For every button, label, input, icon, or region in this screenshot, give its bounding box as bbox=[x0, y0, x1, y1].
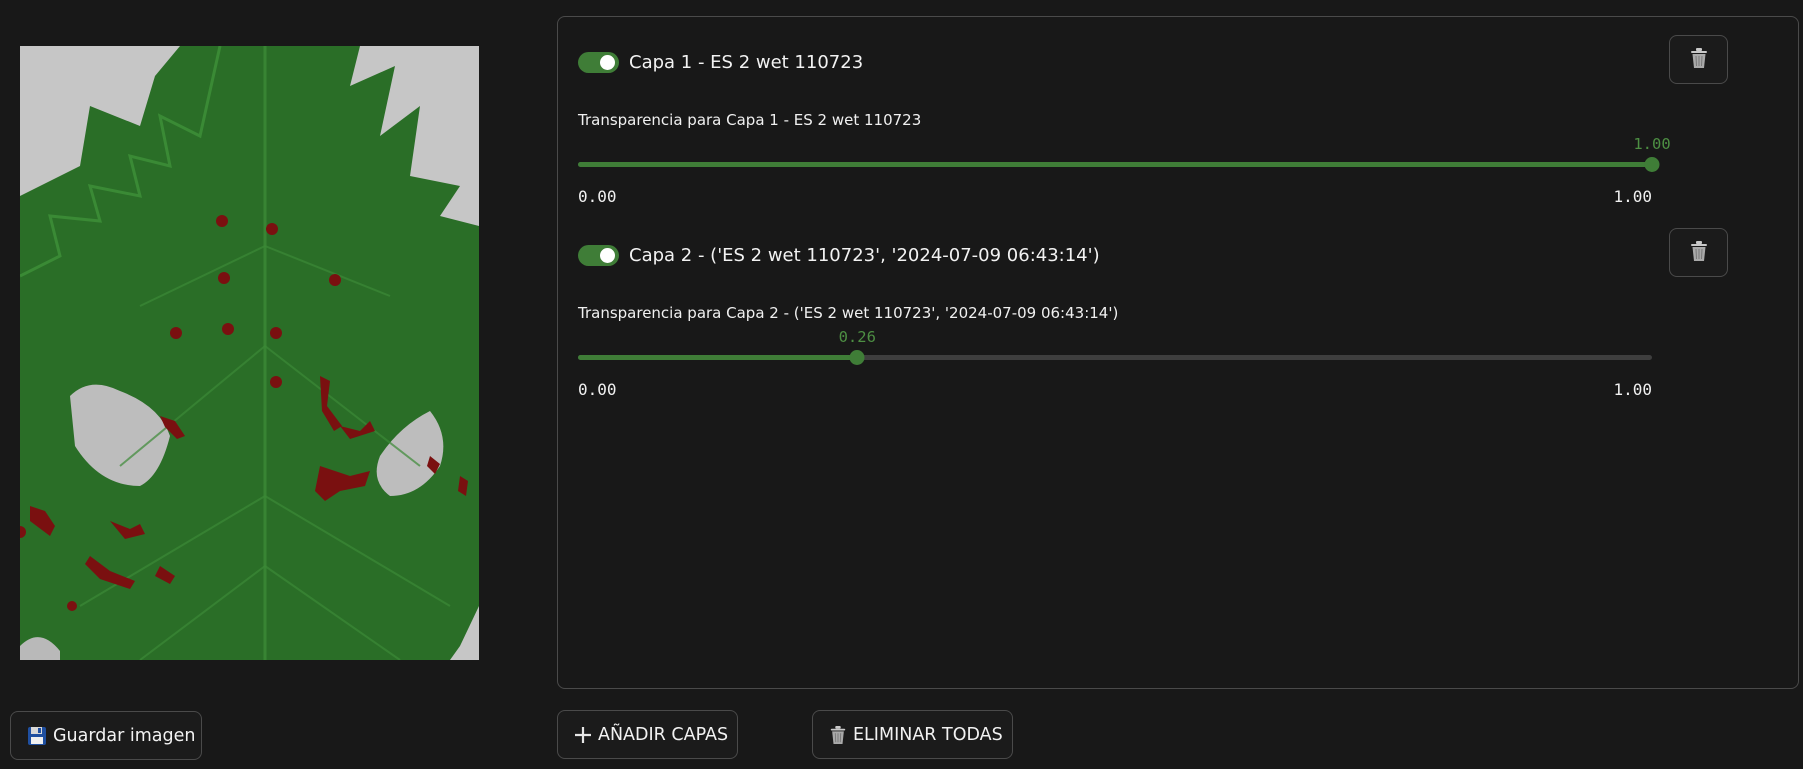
slider-max-label: 1.00 bbox=[1613, 380, 1652, 399]
slider-thumb[interactable] bbox=[849, 350, 865, 365]
save-image-button[interactable]: Guardar imagen bbox=[10, 711, 202, 760]
opacity-slider[interactable]: 0.26 0.00 1.00 bbox=[578, 328, 1652, 418]
slider-min-label: 0.00 bbox=[578, 187, 617, 206]
leaf-image bbox=[20, 46, 479, 660]
slider-min-label: 0.00 bbox=[578, 380, 617, 399]
layers-panel: Capa 1 - ES 2 wet 110723 Transparencia p… bbox=[557, 16, 1799, 689]
delete-all-layers-button[interactable]: ELIMINAR TODAS bbox=[812, 710, 1013, 759]
layer-visibility-toggle[interactable] bbox=[578, 51, 619, 73]
app-stage: Guardar imagen Capa 1 - ES 2 wet 110723 bbox=[0, 0, 1803, 769]
slider-max-label: 1.00 bbox=[1613, 187, 1652, 206]
slider-track[interactable] bbox=[578, 350, 1652, 365]
trash-icon bbox=[829, 725, 847, 745]
add-layers-button[interactable]: AÑADIR CAPAS bbox=[557, 710, 738, 759]
leaf-overlay-graphic bbox=[20, 46, 479, 660]
layer-name: Capa 1 - ES 2 wet 110723 bbox=[629, 51, 864, 73]
save-image-label: Guardar imagen bbox=[53, 725, 196, 746]
layer-header: Capa 1 - ES 2 wet 110723 bbox=[578, 50, 863, 74]
layer-header: Capa 2 - ('ES 2 wet 110723', '2024-07-09… bbox=[578, 243, 1100, 267]
opacity-slider[interactable]: 1.00 0.00 1.00 bbox=[578, 135, 1671, 225]
opacity-label: Transparencia para Capa 2 - ('ES 2 wet 1… bbox=[578, 304, 1119, 322]
slider-fill bbox=[578, 355, 858, 360]
add-layers-label: AÑADIR CAPAS bbox=[598, 724, 729, 745]
layer-name: Capa 2 - ('ES 2 wet 110723', '2024-07-09… bbox=[629, 244, 1100, 266]
delete-all-label: ELIMINAR TODAS bbox=[853, 724, 1003, 745]
slider-track[interactable] bbox=[578, 157, 1660, 172]
slider-thumb[interactable] bbox=[1644, 157, 1660, 172]
slider-value: 1.00 bbox=[1633, 135, 1671, 153]
delete-layer-button[interactable] bbox=[1669, 35, 1728, 84]
floppy-disk-icon bbox=[27, 726, 47, 746]
delete-layer-button[interactable] bbox=[1669, 228, 1728, 277]
toggle-knob bbox=[600, 54, 615, 70]
slider-fill bbox=[578, 162, 1652, 167]
plus-icon bbox=[574, 726, 592, 744]
slider-value: 0.26 bbox=[838, 328, 876, 346]
opacity-label: Transparencia para Capa 1 - ES 2 wet 110… bbox=[578, 111, 922, 129]
trash-icon bbox=[1689, 47, 1709, 73]
toggle-knob bbox=[600, 247, 615, 263]
trash-icon bbox=[1689, 240, 1709, 266]
layer-visibility-toggle[interactable] bbox=[578, 244, 619, 266]
